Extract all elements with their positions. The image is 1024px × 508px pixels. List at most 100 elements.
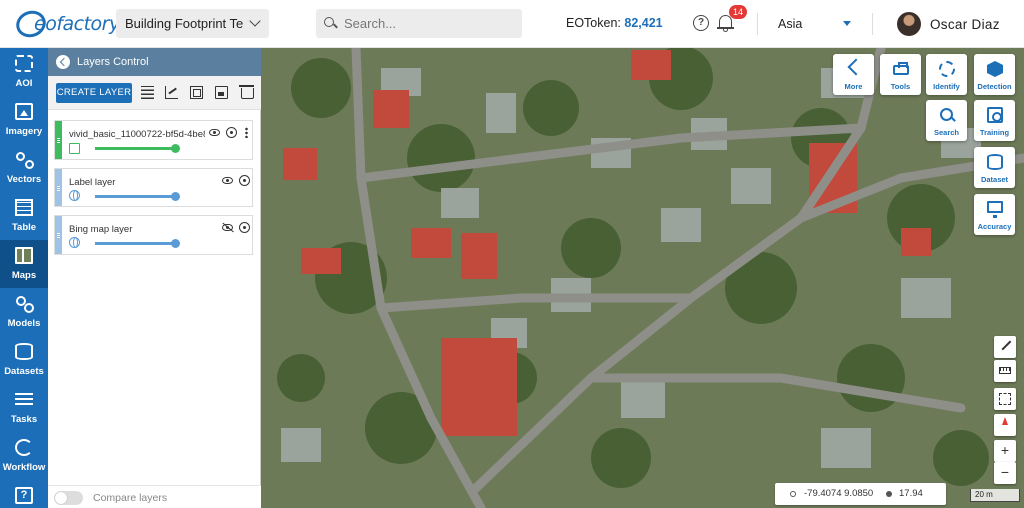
layer-name: Bing map layer [69, 224, 133, 235]
layer-item[interactable]: Bing map layer [54, 215, 253, 255]
caret-down-icon[interactable] [843, 21, 851, 26]
vectors-icon [15, 151, 34, 169]
frame-icon[interactable] [190, 86, 203, 99]
tool-label: Tools [890, 82, 911, 91]
tool-label: Dataset [980, 175, 1009, 184]
aoi-icon [15, 55, 33, 72]
maps-icon [15, 247, 33, 264]
left-navigation: AOI Imagery Vectors Table Maps Models Da… [0, 48, 48, 508]
region-selector[interactable]: Asia [778, 17, 802, 31]
compare-layers-label: Compare layers [93, 492, 168, 504]
tasks-icon [15, 391, 33, 408]
top-bar: eofactory Building Footprint Test EOToke… [0, 0, 1024, 48]
project-name: Building Footprint Test [125, 16, 243, 31]
drag-handle[interactable] [55, 169, 62, 206]
tool-label: Detection [977, 82, 1012, 91]
search-tool-button[interactable]: Search [926, 100, 967, 141]
tool-label: Identify [933, 82, 960, 91]
divider [757, 13, 758, 35]
compass-button[interactable] [994, 414, 1016, 436]
dataset-button[interactable]: Dataset [974, 147, 1015, 188]
zoom-out-button[interactable]: − [994, 462, 1016, 484]
nav-label: Models [7, 318, 41, 329]
compare-layers-toggle[interactable] [54, 491, 83, 505]
notification-count-badge: 14 [729, 5, 747, 19]
nav-datasets[interactable]: Datasets [0, 336, 48, 384]
map-view[interactable]: More Tools Identify Detection Search Tra… [261, 48, 1024, 508]
scale-bar: 20 m [970, 489, 1020, 502]
identify-button[interactable]: Identify [926, 54, 967, 95]
list-icon[interactable] [141, 86, 154, 99]
nav-label: Imagery [5, 126, 43, 137]
zoom-to-layer-icon[interactable] [239, 222, 250, 233]
avatar[interactable] [897, 12, 921, 36]
logo-text: eofactory [34, 13, 120, 35]
drag-handle[interactable] [55, 216, 62, 254]
nav-aoi[interactable]: AOI [0, 48, 48, 96]
delete-icon[interactable] [239, 85, 254, 99]
coordinate-readout: -79.4074 9.0850 17.94 [775, 483, 946, 505]
layer-item[interactable]: Label layer [54, 168, 253, 207]
training-icon [987, 107, 1003, 123]
zoom-level-icon [886, 491, 892, 497]
divider [872, 13, 873, 35]
visibility-eye-icon[interactable] [209, 129, 220, 136]
nav-tasks[interactable]: Tasks [0, 384, 48, 432]
zoom-in-button[interactable]: + [994, 440, 1016, 462]
nav-vectors[interactable]: Vectors [0, 144, 48, 192]
help-icon: ? [15, 487, 33, 504]
user-name[interactable]: Oscar Diaz [930, 17, 1000, 32]
zoom-to-layer-icon[interactable] [239, 175, 250, 186]
magic-wand-icon [998, 337, 1012, 351]
layer-name: vivid_basic_11000722-bf5d-4be8-... [69, 129, 205, 140]
eotoken-balance: EOToken: 82,421 [566, 16, 663, 30]
more-options-icon[interactable] [245, 127, 248, 138]
detection-icon [987, 61, 1003, 77]
nav-imagery[interactable]: Imagery [0, 96, 48, 144]
nav-label: Datasets [4, 366, 44, 377]
nav-workflow[interactable]: Workflow [0, 432, 48, 480]
opacity-slider[interactable] [95, 239, 180, 248]
help-icon[interactable]: ? [693, 15, 709, 31]
layer-name: Label layer [69, 177, 116, 188]
tool-label: Accuracy [977, 222, 1012, 231]
search-icon [324, 16, 338, 31]
opacity-slider[interactable] [95, 144, 180, 153]
nav-maps[interactable]: Maps [0, 240, 48, 288]
accuracy-button[interactable]: Accuracy [974, 194, 1015, 235]
ruler-icon [999, 367, 1011, 374]
eofactory-logo[interactable]: eofactory [12, 6, 120, 42]
drag-handle[interactable] [55, 121, 62, 159]
global-search[interactable] [316, 9, 522, 38]
nav-help[interactable]: ? [0, 480, 48, 508]
visibility-eye-icon[interactable] [222, 177, 233, 184]
more-tool-button[interactable]: More [833, 54, 874, 95]
save-icon[interactable] [215, 86, 228, 99]
magic-wand-button[interactable] [994, 336, 1016, 358]
lonlat-value: -79.4074 9.0850 [804, 488, 874, 499]
visibility-off-icon[interactable] [222, 224, 233, 231]
chart-icon[interactable] [165, 86, 178, 99]
table-icon [15, 199, 33, 216]
measure-button[interactable] [994, 360, 1016, 382]
layers-control-panel: Layers Control CREATE LAYER vivid_basic_… [48, 48, 261, 508]
training-button[interactable]: Training [974, 100, 1015, 141]
imagery-icon [15, 103, 33, 120]
search-input[interactable] [344, 16, 504, 31]
zoom-to-layer-icon[interactable] [226, 127, 237, 138]
datasets-icon [15, 343, 33, 360]
zoom-to-selection-button[interactable] [994, 388, 1016, 410]
tool-label: Training [979, 128, 1010, 137]
create-layer-button[interactable]: CREATE LAYER [56, 83, 132, 103]
detection-button[interactable]: Detection [974, 54, 1015, 95]
layer-item[interactable]: vivid_basic_11000722-bf5d-4be8-... [54, 120, 253, 160]
nav-table[interactable]: Table [0, 192, 48, 240]
toolbox-icon [893, 62, 909, 75]
nav-models[interactable]: Models [0, 288, 48, 336]
identify-icon [939, 61, 955, 77]
back-arrow-icon[interactable] [56, 55, 70, 69]
project-selector[interactable]: Building Footprint Test [116, 9, 269, 38]
tools-button[interactable]: Tools [880, 54, 921, 95]
opacity-slider[interactable] [95, 192, 180, 201]
tool-label: More [844, 82, 863, 91]
